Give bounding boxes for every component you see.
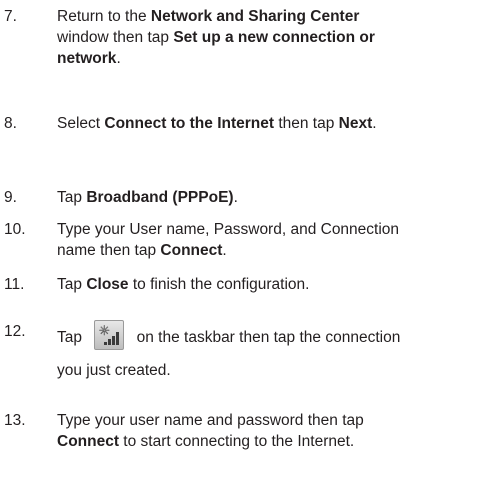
step-text-line: network. xyxy=(57,48,475,69)
step-number: 10. xyxy=(4,221,26,238)
text-segment: you just created. xyxy=(57,362,171,379)
text-segment: Tap xyxy=(57,189,87,206)
step-text-line: Select Connect to the Internet then tap … xyxy=(57,113,475,134)
text-segment: window then tap xyxy=(57,29,174,46)
text-segment: . xyxy=(116,50,121,67)
text-segment: on the taskbar then tap the connection xyxy=(132,329,401,346)
step-text-line: name then tap Connect. xyxy=(57,240,475,261)
step-text: Type your user name and password then ta… xyxy=(57,410,475,452)
step-number: 8. xyxy=(4,115,17,132)
step-text: Type your User name, Password, and Conne… xyxy=(57,219,475,261)
step-number: 13. xyxy=(4,412,26,429)
text-segment: then tap xyxy=(274,115,339,132)
step-text: Select Connect to the Internet then tap … xyxy=(57,113,475,134)
text-segment: . xyxy=(233,189,238,206)
text-segment: Type your user name and password then ta… xyxy=(57,412,364,429)
step-number: 7. xyxy=(4,8,17,25)
step-number: 11. xyxy=(4,276,25,293)
text-segment: Type your User name, Password, and Conne… xyxy=(57,221,400,238)
step-text: Tap Close to finish the configuration. xyxy=(57,274,475,295)
text-segment: Select xyxy=(57,115,105,132)
step-text-line: Type your User name, Password, and Conne… xyxy=(57,219,475,240)
svg-text:✳: ✳ xyxy=(99,324,110,339)
step-text-line: Tap ✳ on the taskbar then tap the connec… xyxy=(57,319,475,354)
bold-term: network xyxy=(57,50,117,67)
text-segment: to start connecting to the Internet. xyxy=(119,433,355,450)
step-number: 9. xyxy=(4,189,17,206)
step-text-line: Return to the Network and Sharing Center xyxy=(57,6,475,27)
step-text: Tap Broadband (PPPoE). xyxy=(57,187,475,208)
step-text: Tap ✳ on the taskbar then tap the connec… xyxy=(57,319,475,387)
text-segment: Tap xyxy=(57,276,87,293)
step-text-line: Tap Broadband (PPPoE). xyxy=(57,187,475,208)
step-text-line: Type your user name and password then ta… xyxy=(57,410,475,431)
step-text-line: you just created. xyxy=(57,354,475,387)
text-segment: Return to the xyxy=(57,8,151,25)
text-segment: . xyxy=(222,242,227,259)
step-number: 12. xyxy=(4,323,26,340)
bold-term: Set up a new connection or xyxy=(173,29,375,46)
step-text-line: Tap Close to finish the configuration. xyxy=(57,274,475,295)
step-text: Return to the Network and Sharing Center… xyxy=(57,6,475,69)
text-segment: to finish the configuration. xyxy=(128,276,310,293)
step-text-line: window then tap Set up a new connection … xyxy=(57,27,475,48)
bold-term: Network and Sharing Center xyxy=(150,8,360,25)
text-segment: name then tap xyxy=(57,242,161,259)
bold-term: Connect to the Internet xyxy=(104,115,275,132)
text-segment: . xyxy=(372,115,377,132)
network-taskbar-icon: ✳ xyxy=(94,319,125,350)
bold-term: Next xyxy=(338,115,373,132)
bold-term: Close xyxy=(86,276,129,293)
bold-term: Connect xyxy=(57,433,119,450)
bold-term: Connect xyxy=(160,242,223,259)
bold-term: Broadband (PPPoE) xyxy=(86,189,234,206)
step-text-line: Connect to start connecting to the Inter… xyxy=(57,431,475,452)
text-segment: Tap xyxy=(57,329,87,346)
